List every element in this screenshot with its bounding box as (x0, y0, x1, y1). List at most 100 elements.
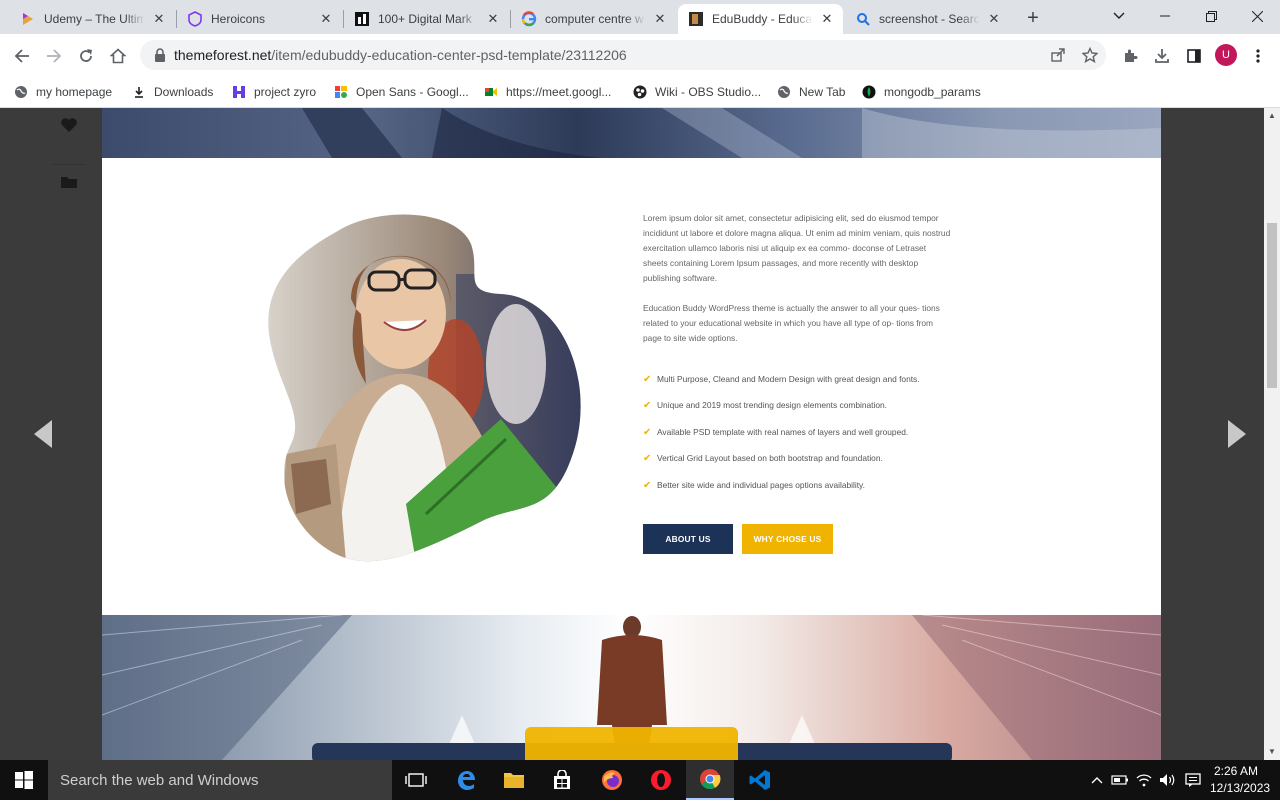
city-banner-image (102, 615, 1161, 760)
download-icon (132, 85, 146, 99)
heroicons-icon (187, 11, 203, 27)
bookmark-label: Open Sans - Googl... (356, 85, 469, 99)
bookmark-label: Wiki - OBS Studio... (655, 85, 762, 99)
store-icon[interactable] (538, 760, 586, 800)
clock-time: 2:26 AM (1213, 764, 1259, 778)
heart-icon[interactable] (52, 108, 86, 142)
edge-icon[interactable] (442, 760, 490, 800)
file-explorer-icon[interactable] (490, 760, 538, 800)
home-button[interactable] (104, 42, 132, 70)
bookmark-label: project zyro (254, 85, 317, 99)
feature-text: Unique and 2019 most trending design ele… (657, 400, 887, 410)
menu-kebab-icon[interactable] (1244, 42, 1272, 70)
next-arrow-icon[interactable] (1226, 418, 1248, 450)
firefox-icon[interactable] (588, 760, 636, 800)
lock-icon[interactable] (152, 47, 168, 63)
bookmark-label: mongodb_params (884, 85, 981, 99)
bookmarks-bar: my homepage Downloads project zyro Open … (0, 76, 1280, 108)
action-center-icon[interactable] (1182, 760, 1204, 800)
google-fonts-icon (334, 85, 348, 99)
search-icon (855, 11, 871, 27)
checkmark-icon: ✔ (643, 452, 652, 464)
feature-text: Multi Purpose, Cleand and Modern Design … (657, 374, 920, 384)
minimize-button[interactable] (1142, 0, 1188, 32)
close-tab-icon[interactable]: ✕ (151, 11, 167, 27)
page-viewport: Lorem ipsum dolor sit amet, consectetur … (0, 108, 1264, 760)
wifi-icon[interactable] (1134, 760, 1154, 800)
checkmark-icon: ✔ (643, 399, 652, 411)
tab-search-chevron-icon[interactable] (1096, 0, 1142, 32)
address-bar[interactable]: themeforest.net/item/edubuddy-education-… (140, 40, 1106, 70)
tab-title: computer centre w (545, 12, 644, 26)
reload-button[interactable] (72, 42, 100, 70)
bookmark-google-meet[interactable]: https://meet.googl... (484, 82, 611, 102)
scrollbar-thumb[interactable] (1267, 223, 1277, 388)
taskbar-search-box[interactable]: Search the web and Windows (48, 760, 392, 800)
tab-google-search[interactable]: computer centre w ✕ (511, 4, 676, 34)
bookmark-my-homepage[interactable]: my homepage (14, 82, 112, 102)
folder-icon[interactable] (52, 164, 86, 198)
profile-avatar[interactable]: U (1215, 44, 1237, 66)
bookmark-downloads[interactable]: Downloads (132, 82, 213, 102)
tab-digital-marketing[interactable]: 100+ Digital Mark ✕ (344, 4, 509, 34)
previous-arrow-icon[interactable] (32, 418, 54, 450)
feature-list-item: ✔ Vertical Grid Layout based on both boo… (643, 451, 883, 465)
tab-screenshot-search[interactable]: screenshot - Searc ✕ (845, 4, 1010, 34)
volume-icon[interactable] (1158, 760, 1178, 800)
new-tab-button[interactable]: + (1020, 6, 1046, 30)
url-text[interactable]: themeforest.net/item/edubuddy-education-… (174, 47, 627, 63)
udemy-icon (20, 11, 36, 27)
bookmark-project-zyro[interactable]: project zyro (232, 82, 316, 102)
header-banner-image (102, 108, 1161, 158)
feature-text: Available PSD template with real names o… (657, 427, 909, 437)
google-icon (521, 11, 537, 27)
tab-heroicons[interactable]: Heroicons ✕ (177, 4, 342, 34)
side-panel-icon[interactable] (1180, 42, 1208, 70)
google-meet-icon (484, 85, 498, 99)
battery-icon[interactable] (1110, 760, 1130, 800)
opera-icon[interactable] (637, 760, 685, 800)
show-hidden-icons-chevron-icon[interactable] (1088, 760, 1106, 800)
bookmark-star-icon[interactable] (1076, 41, 1104, 69)
theme-description-paragraph: Education Buddy WordPress theme is actua… (643, 303, 940, 343)
forward-button[interactable] (40, 42, 68, 70)
close-tab-icon[interactable]: ✕ (819, 11, 835, 27)
system-clock[interactable]: 2:26 AM 12/13/2023 (1210, 763, 1271, 797)
windows-start-button[interactable] (0, 760, 48, 800)
bookmark-mongodb[interactable]: mongodb_params (862, 82, 981, 102)
close-window-button[interactable] (1234, 0, 1280, 32)
vscode-icon[interactable] (736, 760, 784, 800)
page-scrollbar[interactable]: ▲ ▼ (1264, 108, 1280, 760)
close-tab-icon[interactable]: ✕ (986, 11, 1002, 27)
scroll-up-arrow-icon[interactable]: ▲ (1268, 112, 1276, 120)
bookmark-label: https://meet.googl... (506, 85, 612, 99)
tab-title: 100+ Digital Mark (378, 12, 472, 26)
bookmark-open-sans[interactable]: Open Sans - Googl... (334, 82, 469, 102)
restore-button[interactable] (1188, 0, 1234, 32)
windows-taskbar: Search the web and Windows 2:26 AM 12/13… (0, 760, 1280, 800)
about-us-button[interactable]: ABOUT US (643, 524, 733, 554)
feature-text: Better site wide and individual pages op… (657, 480, 865, 490)
close-tab-icon[interactable]: ✕ (485, 11, 501, 27)
clock-date: 12/13/2023 (1210, 781, 1271, 795)
share-icon[interactable] (1044, 41, 1072, 69)
close-tab-icon[interactable]: ✕ (318, 11, 334, 27)
chrome-icon[interactable] (686, 760, 734, 800)
bookmark-label: my homepage (36, 85, 113, 99)
download-icon[interactable] (1148, 42, 1176, 70)
tab-edubuddy[interactable]: EduBuddy - Educa ✕ (678, 4, 843, 34)
checkmark-icon: ✔ (643, 479, 652, 491)
back-button[interactable] (8, 42, 36, 70)
why-chose-us-button[interactable]: WHY CHOSE US (742, 524, 833, 554)
forward-arrow-icon (47, 49, 62, 63)
scroll-down-arrow-icon[interactable]: ▼ (1268, 748, 1276, 756)
bookmark-obs-wiki[interactable]: Wiki - OBS Studio... (633, 82, 761, 102)
task-view-icon[interactable] (392, 760, 440, 800)
digital-marketing-icon (354, 11, 370, 27)
reload-icon (80, 49, 92, 62)
intro-paragraph: Lorem ipsum dolor sit amet, consectetur … (643, 213, 951, 283)
extensions-icon[interactable] (1116, 42, 1144, 70)
bookmark-new-tab[interactable]: New Tab (777, 82, 845, 102)
tab-udemy[interactable]: Udemy – The Ultim ✕ (10, 4, 175, 34)
close-tab-icon[interactable]: ✕ (652, 11, 668, 27)
